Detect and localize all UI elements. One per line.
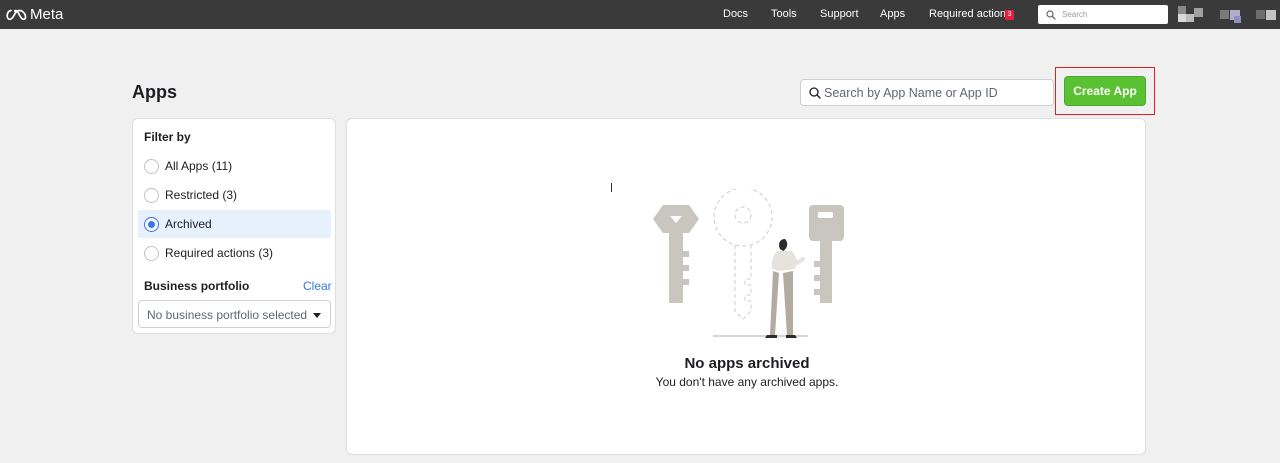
top-search-box[interactable] (1038, 5, 1168, 24)
filter-option-restricted[interactable]: Restricted (3) (138, 181, 331, 209)
filter-option-all-apps[interactable]: All Apps (11) (138, 152, 331, 180)
nav-link-apps[interactable]: Apps (880, 8, 905, 21)
clear-link[interactable]: Clear (303, 279, 332, 293)
text-cursor (611, 183, 612, 192)
filter-option-label: All Apps (11) (165, 159, 233, 173)
filter-option-label: Archived (165, 217, 212, 231)
filter-option-label: Restricted (3) (165, 188, 238, 202)
key-icon (809, 205, 844, 303)
user-area-obscured (1168, 4, 1280, 30)
business-portfolio-select[interactable]: No business portfolio selected (138, 300, 331, 328)
meta-logo-icon (6, 9, 27, 20)
required-actions-badge: 3 (1005, 10, 1014, 20)
apps-list-panel: No apps archived You don't have any arch… (346, 118, 1146, 455)
radio-button-selected[interactable] (144, 217, 159, 232)
filter-panel: Filter by All Apps (11) Restricted (3) A… (132, 118, 336, 334)
search-icon (1046, 10, 1056, 20)
key-icon (653, 205, 699, 303)
radio-button[interactable] (144, 159, 159, 174)
filter-option-required-actions[interactable]: Required actions (3) (138, 239, 331, 267)
create-app-button[interactable]: Create App (1064, 76, 1146, 106)
empty-state-title: No apps archived (684, 355, 810, 372)
radio-button[interactable] (144, 188, 159, 203)
search-icon (809, 87, 821, 99)
nav-link-docs[interactable]: Docs (723, 8, 748, 21)
business-portfolio-heading: Business portfolio (144, 279, 250, 293)
page-title: Apps (132, 82, 177, 102)
logo-text: Meta (30, 6, 64, 23)
app-search-input[interactable] (824, 83, 1046, 103)
keys-illustration (653, 189, 844, 338)
nav-link-support[interactable]: Support (820, 8, 859, 21)
filter-heading: Filter by (144, 130, 191, 144)
app-search-box[interactable] (800, 79, 1054, 106)
chevron-down-icon (313, 313, 321, 318)
empty-state-subtitle: You don't have any archived apps. (655, 375, 839, 389)
dashed-key-icon (713, 189, 773, 320)
top-navigation-bar: Meta Docs Tools Support Apps Required ac… (0, 0, 1280, 29)
filter-option-label: Required actions (3) (165, 246, 274, 260)
radio-button[interactable] (144, 246, 159, 261)
meta-logo[interactable]: Meta (6, 6, 63, 23)
nav-link-tools[interactable]: Tools (771, 8, 797, 21)
business-portfolio-value: No business portfolio selected (147, 308, 308, 322)
top-search-input[interactable] (1062, 6, 1162, 23)
filter-option-archived[interactable]: Archived (138, 210, 331, 238)
person-figure (765, 239, 805, 338)
nav-link-required-actions[interactable]: Required actions (929, 8, 1012, 21)
